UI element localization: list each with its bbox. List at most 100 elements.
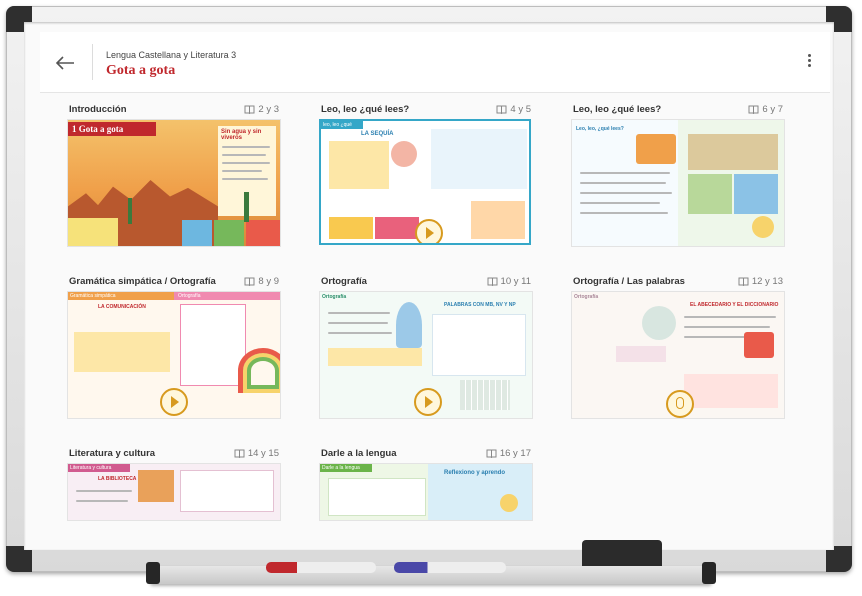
thumb-tab: Ortografía <box>174 292 280 300</box>
tray-end <box>146 562 160 584</box>
mouse-icon[interactable] <box>666 390 694 418</box>
book-icon <box>748 105 759 114</box>
thumb-heading: Sin agua y sin viveros <box>221 129 262 141</box>
card-title: Darle a la lengua <box>321 448 397 459</box>
page-thumbnail[interactable]: Ortografía PALABRAS CON MB, NV Y NP <box>319 291 533 419</box>
book-icon <box>496 105 507 114</box>
thumb-note <box>68 218 118 246</box>
play-icon[interactable] <box>414 388 442 416</box>
thumb-textbox <box>180 304 246 386</box>
play-icon[interactable] <box>160 388 188 416</box>
app-screen: Lengua Castellana y Literatura 3 Gota a … <box>24 22 834 550</box>
text-line <box>580 172 670 174</box>
thumb-tab: Ortografía <box>322 294 347 300</box>
thumb-box <box>329 217 373 239</box>
book-icon <box>244 105 255 114</box>
thumb-photo <box>688 134 778 170</box>
thumb-tab: Leo, leo, ¿qué lees? <box>576 126 624 132</box>
blue-marker <box>394 562 506 573</box>
text-line <box>580 192 672 194</box>
page-thumbnail[interactable]: Ortografía EL ABECEDARIO Y EL DICCIONARI… <box>571 291 785 419</box>
card-title: Literatura y cultura <box>69 448 156 459</box>
book-subtitle: Lengua Castellana y Literatura 3 <box>106 50 237 60</box>
card-pages: 14 y 15 <box>234 448 279 459</box>
page-thumbnail[interactable]: Literatura y cultura LA BIBLIOTECA <box>67 463 281 521</box>
page-thumbnail[interactable]: Leo, leo, ¿qué lees? <box>571 119 785 247</box>
unit-title: Gota a gota <box>106 63 176 78</box>
back-arrow-icon[interactable] <box>54 52 76 74</box>
app-header: Lengua Castellana y Literatura 3 Gota a … <box>40 32 830 93</box>
thumb-banner: 1 Gota a gota <box>68 122 156 136</box>
thumb-textbox <box>328 478 426 516</box>
thumb-photo <box>688 174 732 214</box>
thumb-textbox <box>684 374 778 408</box>
text-line <box>222 162 270 164</box>
thumb-tab: leo, leo ¿qué lees? <box>321 121 363 136</box>
card-pages: 2 y 3 <box>244 104 279 115</box>
book-icon <box>487 277 498 286</box>
card-title: Leo, leo ¿qué lees? <box>321 104 410 115</box>
book-icon <box>738 277 749 286</box>
red-marker <box>266 562 376 573</box>
thumb-textbox <box>74 332 170 372</box>
thumb-box <box>182 220 212 246</box>
thumb-heading: EL ABECEDARIO Y EL DICCIONARIO <box>690 302 779 308</box>
card-pages: 4 y 5 <box>496 104 531 115</box>
thumb-wordsearch <box>460 380 510 410</box>
cactus <box>244 192 249 222</box>
book-icon <box>486 449 497 458</box>
card-title: Gramática simpática / Ortografía <box>69 276 216 287</box>
text-line <box>76 490 132 492</box>
text-line <box>580 212 668 214</box>
thumb-heading: LA COMUNICACIÓN <box>98 304 146 310</box>
thumb-box <box>471 201 525 239</box>
thumb-textbox <box>180 470 274 512</box>
thumb-character <box>752 216 774 238</box>
thumb-tab: Literatura y cultura <box>68 464 130 472</box>
tray-end <box>702 562 716 584</box>
page-thumbnail[interactable]: leo, leo ¿qué lees? LA SEQUÍA <box>319 119 531 245</box>
thumb-rainbow <box>238 348 280 393</box>
thumb-tree <box>642 306 676 340</box>
play-icon[interactable] <box>415 219 443 243</box>
text-line <box>222 154 266 156</box>
text-line <box>328 312 390 314</box>
card-title: Ortografía <box>321 276 367 287</box>
thumb-tab: Darle a la lengua <box>320 464 372 472</box>
thumb-heading: LA BIBLIOTECA <box>98 476 137 482</box>
thumb-tab: Ortografía <box>574 294 599 300</box>
thumb-heading: PALABRAS CON MB, NV Y NP <box>444 302 516 308</box>
thumb-box <box>375 217 419 239</box>
thumb-character <box>500 494 518 512</box>
thumb-box <box>616 346 666 362</box>
card-pages: 16 y 17 <box>486 448 531 459</box>
thumb-box <box>246 220 280 246</box>
thumb-box <box>214 220 244 246</box>
book-icon <box>234 449 245 458</box>
thumb-illustration <box>138 470 174 502</box>
thumb-tab: Gramática simpática <box>68 292 176 300</box>
text-line <box>328 332 392 334</box>
thumb-character <box>396 302 422 348</box>
thumb-textbox <box>329 141 389 189</box>
card-title: Ortografía / Las palabras <box>573 276 685 287</box>
thumb-heading: LA SEQUÍA <box>361 131 394 137</box>
page-thumbnail[interactable]: 1 Gota a gota Sin agua y sin viveros <box>67 119 281 247</box>
text-line <box>684 316 776 318</box>
thumb-illustration <box>431 129 527 189</box>
book-icon <box>244 277 255 286</box>
card-pages: 12 y 13 <box>738 276 783 287</box>
text-line <box>684 326 770 328</box>
thumb-books <box>744 332 774 358</box>
more-vert-icon[interactable] <box>808 54 812 69</box>
text-line <box>328 322 388 324</box>
cactus <box>128 198 132 224</box>
page-thumbnail[interactable]: Gramática simpática Ortografía LA COMUNI… <box>67 291 281 419</box>
card-pages: 6 y 7 <box>748 104 783 115</box>
text-line <box>222 146 270 148</box>
thumb-photo <box>734 174 778 214</box>
thumb-illustration <box>636 134 676 164</box>
text-line <box>76 500 128 502</box>
thumb-textbox <box>328 348 422 366</box>
page-thumbnail[interactable]: Darle a la lengua Reflexiono y aprendo <box>319 463 533 521</box>
